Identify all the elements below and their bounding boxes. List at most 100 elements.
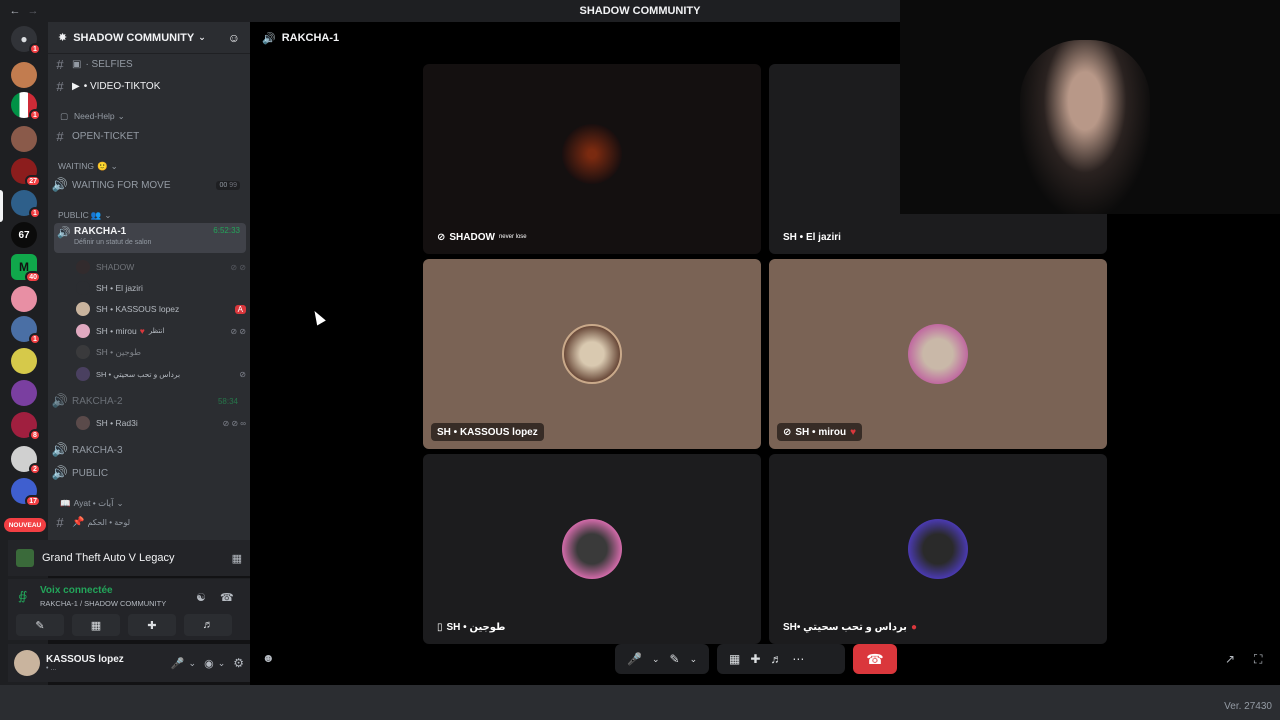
voice-channel-waiting[interactable]: 🔊 WAITING FOR MOVE 00 99 bbox=[48, 175, 250, 195]
chevron-down-icon[interactable]: ⌄ bbox=[652, 654, 660, 665]
voice-member[interactable]: SH • mirou ♥ انتظر ⊘ ⊘ bbox=[76, 322, 246, 340]
user-status: • ... bbox=[46, 665, 57, 672]
more-icon[interactable]: ⋯ bbox=[792, 652, 804, 666]
server-guide-icon: ✸ bbox=[58, 32, 68, 44]
microphone-icon[interactable]: 🎤 bbox=[627, 652, 642, 666]
hash-icon: # bbox=[56, 78, 64, 94]
popout-icon[interactable]: ↗ bbox=[1225, 652, 1235, 666]
deafened-icon: ⊘ bbox=[783, 426, 792, 438]
footer-bar: Ver. 27430 bbox=[0, 685, 1280, 720]
voice-connection-panel: ∯ Voix connectée RAKCHA-1 / SHADOW COMMU… bbox=[8, 578, 250, 640]
chevron-down-icon[interactable]: ⌄ bbox=[690, 654, 698, 665]
noise-suppression-icon[interactable]: ☯ bbox=[196, 591, 206, 604]
server-italy-icon[interactable]: 1 bbox=[11, 92, 41, 121]
soundboard-button[interactable]: ♬ bbox=[184, 614, 232, 636]
hangup-button[interactable]: ☎ bbox=[853, 644, 897, 674]
chevron-down-icon[interactable]: ⌄ bbox=[189, 658, 197, 669]
server-icon[interactable] bbox=[11, 380, 37, 406]
server-icon[interactable] bbox=[11, 126, 37, 152]
category-public[interactable]: PUBLIC 👥 ⌄ bbox=[48, 205, 250, 225]
deafened-icon: ⊘ ⊘ bbox=[230, 262, 246, 272]
fullscreen-icon[interactable]: ⛶ bbox=[1254, 652, 1262, 667]
voice-location[interactable]: RAKCHA-1 / SHADOW COMMUNITY bbox=[40, 599, 166, 608]
deafened-icon: ⊘ bbox=[437, 231, 446, 243]
voice-member[interactable]: SH • برداس و تحب سحيتي ⊘ bbox=[76, 365, 246, 383]
add-friend-icon[interactable]: ☺ bbox=[228, 31, 240, 45]
screen-share-icon[interactable]: ▦ bbox=[729, 652, 740, 666]
server-icon[interactable]: 17 bbox=[11, 478, 41, 507]
gear-icon[interactable]: ⚙ bbox=[233, 656, 244, 670]
server-icon[interactable] bbox=[11, 286, 37, 312]
chevron-down-icon[interactable]: ⌄ bbox=[218, 658, 226, 669]
avatar bbox=[76, 260, 90, 274]
user-avatar[interactable] bbox=[14, 650, 40, 676]
invite-icon[interactable]: ☻ bbox=[262, 651, 275, 665]
server-icon[interactable] bbox=[11, 62, 37, 88]
voice-status[interactable]: Voix connectée bbox=[40, 585, 113, 596]
voice-member[interactable]: SHADOW ⊘ ⊘ bbox=[76, 258, 246, 276]
game-activity-title: Grand Theft Auto V Legacy bbox=[42, 552, 175, 564]
back-arrow-icon[interactable]: ← bbox=[8, 4, 22, 18]
participant-tile[interactable]: SH • KASSOUS lopez bbox=[423, 259, 761, 449]
participant-tile[interactable]: ⊘ SHADOW never lose bbox=[423, 64, 761, 254]
screen-share-icon[interactable]: ▦ bbox=[232, 552, 242, 565]
forward-arrow-icon[interactable]: → bbox=[26, 4, 40, 18]
server-icon[interactable]: 2 bbox=[11, 446, 41, 475]
voice-member[interactable]: SH • Rad3i ⊘ ⊘ ∞ bbox=[76, 414, 246, 432]
voice-channel-rakcha-2[interactable]: 🔊 RAKCHA-2 58:34 bbox=[48, 391, 250, 411]
speaker-icon: 🔊 bbox=[57, 227, 71, 239]
participant-avatar bbox=[562, 519, 622, 579]
participant-tile[interactable]: ⊘ SH • mirou ♥ bbox=[769, 259, 1107, 449]
streamer-silhouette bbox=[1020, 40, 1150, 214]
channel-open-ticket[interactable]: # OPEN-TICKET bbox=[48, 126, 250, 146]
server-icon[interactable]: 1 bbox=[11, 316, 41, 345]
voice-member[interactable]: SH • KASSOUS lopez A bbox=[76, 300, 246, 318]
category-waiting[interactable]: WAITING 🙂 ⌄ bbox=[48, 156, 250, 176]
activities-button[interactable]: ✚ bbox=[128, 614, 176, 636]
channel-status[interactable]: Définir un statut de salon bbox=[74, 239, 151, 246]
activities-icon[interactable]: ✚ bbox=[750, 652, 760, 666]
phone-hangup-icon: ☎ bbox=[866, 650, 884, 667]
server-badge: 1 bbox=[29, 43, 41, 55]
username[interactable]: KASSOUS lopez bbox=[46, 654, 124, 665]
category-ayat[interactable]: 📖 Ayat • آيات ⌄ bbox=[48, 493, 250, 513]
emoji-icon: 📌 bbox=[72, 516, 85, 528]
emoji-icon: 👥 bbox=[90, 209, 102, 220]
server-icon[interactable]: 8 bbox=[11, 412, 41, 441]
channel-label: · SELFIES bbox=[85, 58, 133, 70]
voice-channel-rakcha-3[interactable]: 🔊 RAKCHA-3 bbox=[48, 440, 250, 460]
server-icon[interactable] bbox=[11, 348, 37, 374]
headphones-icon[interactable]: ◉ bbox=[204, 657, 214, 670]
participant-tile[interactable]: ▯ SH • طوجين bbox=[423, 454, 761, 644]
server-icon[interactable]: 27 bbox=[11, 158, 41, 187]
soundboard-icon[interactable]: ♬ bbox=[770, 652, 782, 666]
camera-off-icon[interactable]: ✎ bbox=[670, 652, 680, 666]
limit-current: 00 bbox=[219, 181, 228, 189]
channel-selfies[interactable]: # ▣ · SELFIES bbox=[48, 54, 250, 74]
disconnect-icon[interactable]: ☎ bbox=[220, 591, 234, 604]
channel-label: RAKCHA-3 bbox=[72, 444, 123, 456]
category-need-help[interactable]: ▢ Need-Help ⌄ bbox=[48, 106, 250, 126]
chevron-down-icon: ⌄ bbox=[104, 209, 112, 220]
folder-icon: ▣ bbox=[72, 58, 82, 70]
participant-tile[interactable]: SH• برداس و تحب سحيتي ● bbox=[769, 454, 1107, 644]
server-m-icon[interactable]: M 40 bbox=[11, 254, 41, 283]
channel-lawha[interactable]: # 📌 لوحة • الحكم bbox=[48, 512, 250, 532]
avatar bbox=[76, 367, 90, 381]
limit-max: 99 bbox=[229, 181, 237, 189]
voice-channel-rakcha-1[interactable]: 🔊 RAKCHA-1 Définir un statut de salon 6:… bbox=[54, 223, 246, 253]
voice-member[interactable]: SH • El jaziri bbox=[76, 279, 246, 297]
emoji-icon: 🙂 bbox=[97, 160, 108, 171]
server-67-icon[interactable]: 67 bbox=[11, 222, 37, 248]
screen-share-button[interactable]: ▦ bbox=[72, 614, 120, 636]
discord-home-icon[interactable]: ● 1 bbox=[11, 26, 41, 55]
camera-off-button[interactable]: ✎ bbox=[16, 614, 64, 636]
voice-channel-public[interactable]: 🔊 PUBLIC bbox=[48, 463, 250, 483]
streaming-badge: A bbox=[234, 304, 246, 314]
microphone-icon[interactable]: 🎤 bbox=[171, 657, 185, 670]
server-icon[interactable]: 1 bbox=[11, 190, 41, 219]
streamer-webcam-overlay bbox=[900, 0, 1280, 214]
guild-header[interactable]: ✸ SHADOW COMMUNITY ⌄ ☺ bbox=[48, 22, 250, 54]
voice-member[interactable]: SH • طوجين bbox=[76, 343, 246, 361]
channel-video-tiktok[interactable]: # ▶ • VIDEO-TIKTOK bbox=[48, 76, 250, 96]
